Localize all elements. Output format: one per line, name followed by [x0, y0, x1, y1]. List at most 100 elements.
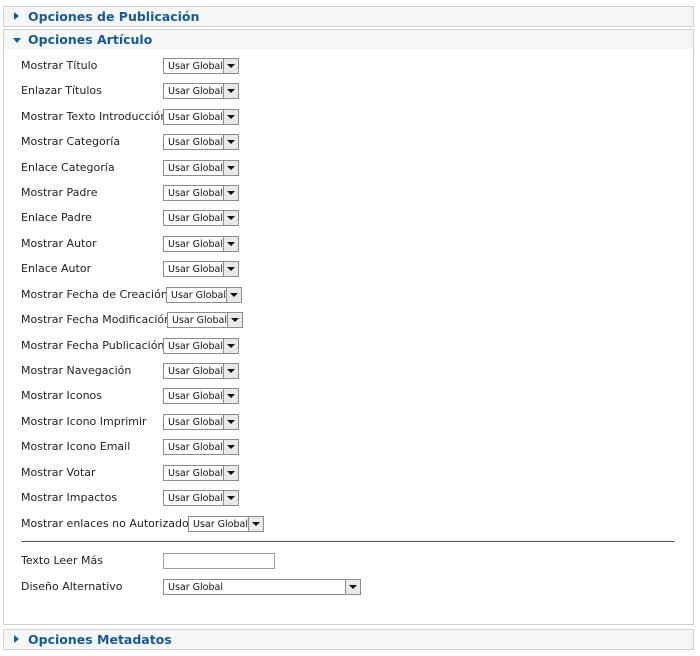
option-select[interactable]: Usar Global	[163, 83, 239, 99]
option-row-enlazar-titulos: Enlazar Títulos Usar Global	[21, 83, 681, 101]
chevron-down-icon[interactable]	[223, 161, 238, 175]
option-label: Mostrar Icono Email	[21, 440, 131, 453]
option-select[interactable]: Usar Global	[163, 236, 239, 252]
chevron-down-icon[interactable]	[223, 84, 238, 98]
chevron-down-icon[interactable]	[223, 364, 238, 378]
select-value: Usar Global	[168, 417, 223, 428]
option-select[interactable]: Usar Global	[163, 490, 239, 506]
option-row-mostrar-autor: Mostrar Autor Usar Global	[21, 236, 681, 254]
option-row-enlace-categoria: Enlace Categoría Usar Global	[21, 160, 681, 178]
chevron-down-icon[interactable]	[223, 491, 238, 505]
select-value: Usar Global	[168, 188, 223, 199]
chevron-down-icon[interactable]	[345, 580, 360, 594]
chevron-down-icon[interactable]	[223, 59, 238, 73]
section-header-articulo[interactable]: Opciones Artículo	[3, 29, 694, 50]
option-select[interactable]: Usar Global	[163, 210, 239, 226]
option-label: Mostrar Autor	[21, 237, 97, 250]
select-value: Usar Global	[168, 391, 223, 402]
select-value: Usar Global	[168, 442, 223, 453]
option-select[interactable]: Usar Global	[167, 312, 243, 328]
section-title-metadatos: Opciones Metadatos	[28, 632, 172, 647]
select-value: Usar Global	[168, 137, 223, 148]
chevron-down-icon[interactable]	[223, 237, 238, 251]
option-select[interactable]: Usar Global	[163, 388, 239, 404]
option-row-mostrar-titulo: Mostrar Título Usar Global	[21, 58, 681, 76]
select-value: Usar Global	[172, 315, 227, 326]
option-label: Enlace Autor	[21, 262, 92, 275]
diseno-alternativo-select[interactable]: Usar Global	[163, 579, 361, 595]
select-value: Usar Global	[168, 239, 223, 250]
select-value: Usar Global	[168, 264, 223, 275]
select-value: Usar Global	[168, 163, 223, 174]
option-label: Mostrar Texto Introducción	[21, 110, 168, 123]
option-row-mostrar-iconos: Mostrar Iconos Usar Global	[21, 388, 681, 406]
option-select[interactable]: Usar Global	[163, 261, 239, 277]
option-select[interactable]: Usar Global	[188, 516, 264, 532]
chevron-down-icon[interactable]	[223, 440, 238, 454]
option-select[interactable]: Usar Global	[163, 160, 239, 176]
option-label: Enlazar Títulos	[21, 84, 102, 97]
option-row-mostrar-impactos: Mostrar Impactos Usar Global	[21, 490, 681, 508]
option-label: Mostrar Navegación	[21, 364, 132, 377]
chevron-down-icon[interactable]	[226, 288, 241, 302]
diseno-alternativo-row: Diseño Alternativo Usar Global	[21, 579, 681, 597]
chevron-down-icon[interactable]	[223, 186, 238, 200]
option-select[interactable]: Usar Global	[163, 414, 239, 430]
chevron-down-icon[interactable]	[227, 313, 242, 327]
leer-mas-row: Texto Leer Más	[21, 553, 681, 571]
option-label: Mostrar Iconos	[21, 389, 103, 402]
chevron-down-icon[interactable]	[223, 211, 238, 225]
chevron-down-icon[interactable]	[223, 110, 238, 124]
chevron-down-icon[interactable]	[248, 517, 263, 531]
select-value: Usar Global	[168, 341, 223, 352]
triangle-right-icon	[14, 635, 19, 643]
option-row-mostrar-votar: Mostrar Votar Usar Global	[21, 465, 681, 483]
section-title-publicacion: Opciones de Publicación	[28, 9, 200, 24]
triangle-down-icon	[13, 38, 21, 43]
option-row-mostrar-icono-imprimir: Mostrar Icono Imprimir Usar Global	[21, 414, 681, 432]
chevron-down-icon[interactable]	[223, 466, 238, 480]
option-row-mostrar-categoria: Mostrar Categoría Usar Global	[21, 134, 681, 152]
option-label: Mostrar Icono Imprimir	[21, 415, 147, 428]
option-select[interactable]: Usar Global	[163, 185, 239, 201]
option-row-mostrar-fecha-publicacion: Mostrar Fecha Publicación Usar Global	[21, 338, 681, 356]
option-label: Mostrar Título	[21, 59, 98, 72]
section-header-metadatos[interactable]: Opciones Metadatos	[3, 629, 694, 650]
option-select[interactable]: Usar Global	[163, 363, 239, 379]
select-value: Usar Global	[168, 112, 223, 123]
chevron-down-icon[interactable]	[223, 262, 238, 276]
leer-mas-input[interactable]	[163, 553, 275, 569]
select-value: Usar Global	[168, 213, 223, 224]
option-label: Mostrar Impactos	[21, 491, 118, 504]
option-select[interactable]: Usar Global	[163, 439, 239, 455]
option-row-enlace-padre: Enlace Padre Usar Global	[21, 210, 681, 228]
option-label: Mostrar enlaces no Autorizados	[21, 517, 195, 530]
option-select[interactable]: Usar Global	[163, 465, 239, 481]
option-row-mostrar-navegacion: Mostrar Navegación Usar Global	[21, 363, 681, 381]
option-label: Mostrar Votar	[21, 466, 96, 479]
triangle-right-icon	[14, 12, 19, 20]
option-label: Mostrar Padre	[21, 186, 98, 199]
option-label: Enlace Categoría	[21, 161, 115, 174]
chevron-down-icon[interactable]	[223, 389, 238, 403]
option-row-mostrar-texto-introduccion: Mostrar Texto Introducción Usar Global	[21, 109, 681, 127]
select-value: Usar Global	[168, 468, 223, 479]
section-header-publicacion[interactable]: Opciones de Publicación	[3, 6, 694, 27]
option-row-mostrar-icono-email: Mostrar Icono Email Usar Global	[21, 439, 681, 457]
option-row-mostrar-padre: Mostrar Padre Usar Global	[21, 185, 681, 203]
select-value: Usar Global	[168, 86, 223, 97]
chevron-down-icon[interactable]	[223, 135, 238, 149]
select-value: Usar Global	[168, 61, 223, 72]
select-value: Usar Global	[168, 582, 223, 593]
chevron-down-icon[interactable]	[223, 415, 238, 429]
chevron-down-icon[interactable]	[223, 339, 238, 353]
option-label: Mostrar Categoría	[21, 135, 121, 148]
section-divider	[21, 541, 675, 542]
option-select[interactable]: Usar Global	[163, 58, 239, 74]
option-select[interactable]: Usar Global	[163, 338, 239, 354]
option-select[interactable]: Usar Global	[166, 287, 242, 303]
select-value: Usar Global	[168, 366, 223, 377]
option-select[interactable]: Usar Global	[163, 134, 239, 150]
option-select[interactable]: Usar Global	[163, 109, 239, 125]
select-value: Usar Global	[168, 493, 223, 504]
